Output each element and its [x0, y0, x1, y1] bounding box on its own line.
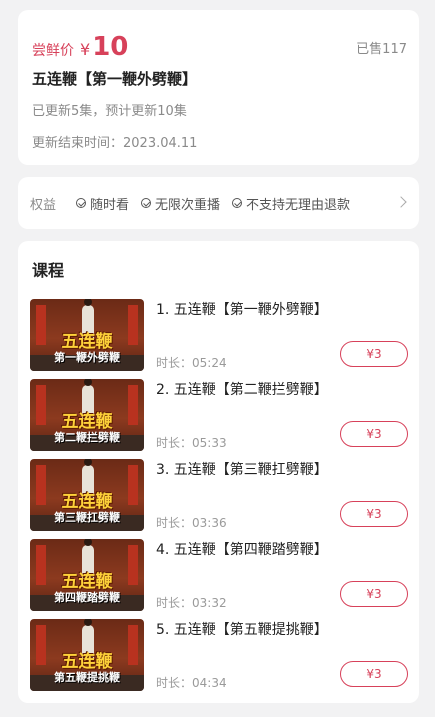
thumbnail-subtitle: 第三鞭扛劈鞭	[54, 511, 120, 524]
product-title: 五连鞭【第一鞭外劈鞭】	[32, 70, 198, 88]
benefit-text: 不支持无理由退款	[246, 197, 351, 213]
price-row: 尝鲜价 ¥ 10	[32, 32, 128, 62]
thumbnail-subtitle: 第四鞭踏劈鞭	[54, 591, 120, 604]
price-label: 尝鲜价	[32, 43, 74, 59]
lesson-item[interactable]: 五连鞭 第一鞭外劈鞭 1. 五连鞭【第一鞭外劈鞭】 时长：05:24 ¥3	[30, 299, 408, 371]
lesson-thumbnail[interactable]: 五连鞭 第四鞭踏劈鞭	[30, 539, 144, 611]
benefits-label: 权益	[30, 197, 57, 213]
lesson-thumbnail[interactable]: 五连鞭 第一鞭外劈鞭	[30, 299, 144, 371]
lesson-duration: 时长：03:36	[156, 516, 227, 530]
thumbnail-subtitle: 第一鞭外劈鞭	[54, 351, 120, 364]
benefits-bar[interactable]: 权益 随时看 无限次重播 不支持无理由退款	[18, 177, 419, 229]
buy-lesson-button[interactable]: ¥3	[340, 501, 408, 527]
benefit-item: 无限次重播	[141, 194, 220, 213]
price-currency: ¥	[80, 40, 91, 59]
lesson-item[interactable]: 五连鞭 第二鞭拦劈鞭 2. 五连鞭【第二鞭拦劈鞭】 时长：05:33 ¥3	[30, 379, 408, 451]
lesson-item[interactable]: 五连鞭 第三鞭扛劈鞭 3. 五连鞭【第三鞭扛劈鞭】 时长：03:36 ¥3	[30, 459, 408, 531]
chevron-right-icon[interactable]	[395, 196, 407, 208]
benefit-text: 随时看	[90, 197, 130, 213]
lesson-thumbnail[interactable]: 五连鞭 第二鞭拦劈鞭	[30, 379, 144, 451]
sold-count: 已售117	[356, 42, 407, 57]
thumbnail-subtitle: 第二鞭拦劈鞭	[54, 431, 120, 444]
lesson-thumbnail[interactable]: 五连鞭 第三鞭扛劈鞭	[30, 459, 144, 531]
lesson-title[interactable]: 4. 五连鞭【第四鞭踏劈鞭】	[156, 539, 328, 559]
buy-lesson-button[interactable]: ¥3	[340, 581, 408, 607]
lesson-thumbnail[interactable]: 五连鞭 第五鞭提挑鞭	[30, 619, 144, 691]
price-value: 10	[92, 32, 129, 62]
course-list-card: 课程 五连鞭 第一鞭外劈鞭 1. 五连鞭【第一鞭外劈鞭】 时长：05:24 ¥3…	[18, 241, 419, 703]
buy-lesson-button[interactable]: ¥3	[340, 661, 408, 687]
lesson-duration: 时长：05:24	[156, 356, 227, 370]
buy-lesson-button[interactable]: ¥3	[340, 341, 408, 367]
update-status: 已更新5集，预计更新10集	[32, 104, 187, 119]
lesson-item[interactable]: 五连鞭 第四鞭踏劈鞭 4. 五连鞭【第四鞭踏劈鞭】 时长：03:32 ¥3	[30, 539, 408, 611]
lesson-title[interactable]: 5. 五连鞭【第五鞭提挑鞭】	[156, 619, 328, 639]
check-circle-icon	[141, 198, 152, 208]
check-circle-icon	[76, 198, 86, 208]
lesson-duration: 时长：04:34	[156, 676, 227, 690]
product-info-card: 尝鲜价 ¥ 10 已售117 五连鞭【第一鞭外劈鞭】 已更新5集，预计更新10集…	[18, 10, 419, 165]
benefit-item: 随时看	[76, 194, 129, 213]
lesson-title[interactable]: 3. 五连鞭【第三鞭扛劈鞭】	[156, 459, 328, 479]
benefit-text: 无限次重播	[155, 197, 221, 213]
benefit-item: 不支持无理由退款	[232, 194, 350, 213]
lesson-title[interactable]: 1. 五连鞭【第一鞭外劈鞭】	[156, 299, 328, 319]
lesson-duration: 时长：03:32	[156, 596, 227, 610]
lesson-title[interactable]: 2. 五连鞭【第二鞭拦劈鞭】	[156, 379, 328, 399]
buy-lesson-button[interactable]: ¥3	[340, 421, 408, 447]
section-title: 课程	[32, 261, 65, 280]
lesson-duration: 时长：05:33	[156, 436, 227, 450]
check-circle-icon	[232, 198, 243, 208]
lesson-item[interactable]: 五连鞭 第五鞭提挑鞭 5. 五连鞭【第五鞭提挑鞭】 时长：04:34 ¥3	[30, 619, 408, 691]
update-end-time: 更新结束时间：2023.04.11	[32, 136, 198, 151]
thumbnail-subtitle: 第五鞭提挑鞭	[54, 671, 120, 684]
